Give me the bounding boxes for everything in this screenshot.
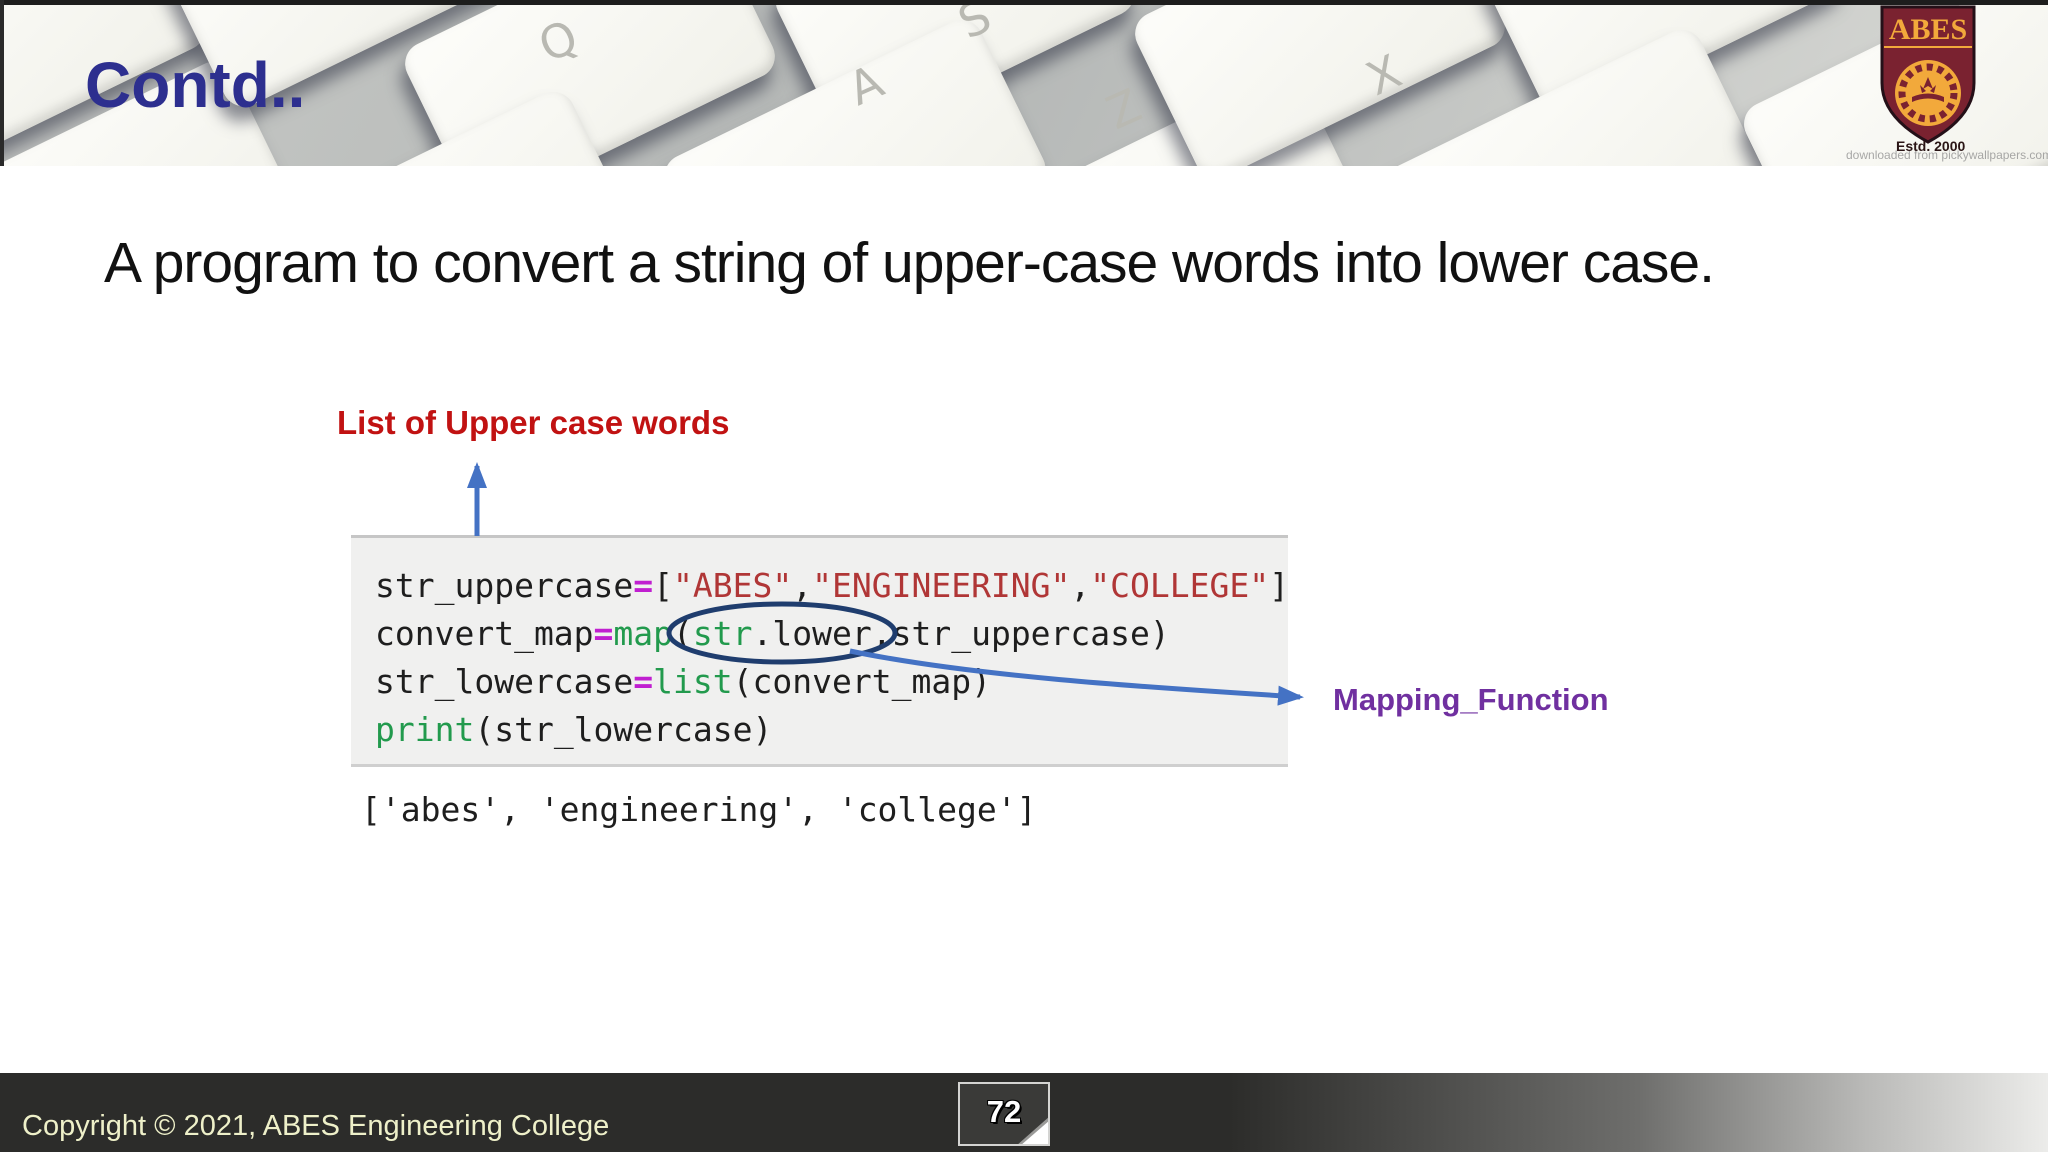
abes-logo: ABES <box>1880 5 1976 144</box>
header-keyboard-banner: Q S A Z X <box>0 0 2048 166</box>
code-line-2: convert_map=map(str.lower,str_uppercase) <box>375 614 1170 653</box>
slide-title: Contd.. <box>85 49 306 121</box>
slide-left-edge <box>0 0 4 166</box>
slide-top-edge <box>0 0 2048 5</box>
logo-estd-text: Estd. 2000 <box>1896 138 1966 154</box>
slide-heading: A program to convert a string of upper-c… <box>104 231 1715 295</box>
mapping-function-label: Mapping_Function <box>1333 682 1609 717</box>
code-line-4: print(str_lowercase) <box>375 710 773 749</box>
page-number-box: 72 <box>958 1082 1050 1146</box>
code-output: ['abes', 'engineering', 'college'] <box>361 790 1037 829</box>
code-line-1: str_uppercase=["ABES","ENGINEERING","COL… <box>375 566 1289 605</box>
code-block: str_uppercase=["ABES","ENGINEERING","COL… <box>351 535 1289 767</box>
keycap-letter-z: Z <box>1098 77 1150 141</box>
presentation-slide: Q S A Z X Contd.. ABES Estd. 2000 downlo… <box>0 0 2048 1152</box>
code-line-3: str_lowercase=list(convert_map) <box>375 662 991 701</box>
list-of-uppercase-label: List of Upper case words <box>337 404 730 441</box>
footer-bar: Copyright © 2021, ABES Engineering Colle… <box>0 1073 2048 1152</box>
abes-logo-text: ABES <box>1889 13 1967 46</box>
copyright-text: Copyright © 2021, ABES Engineering Colle… <box>22 1110 610 1142</box>
page-curl-icon <box>1020 1120 1048 1144</box>
